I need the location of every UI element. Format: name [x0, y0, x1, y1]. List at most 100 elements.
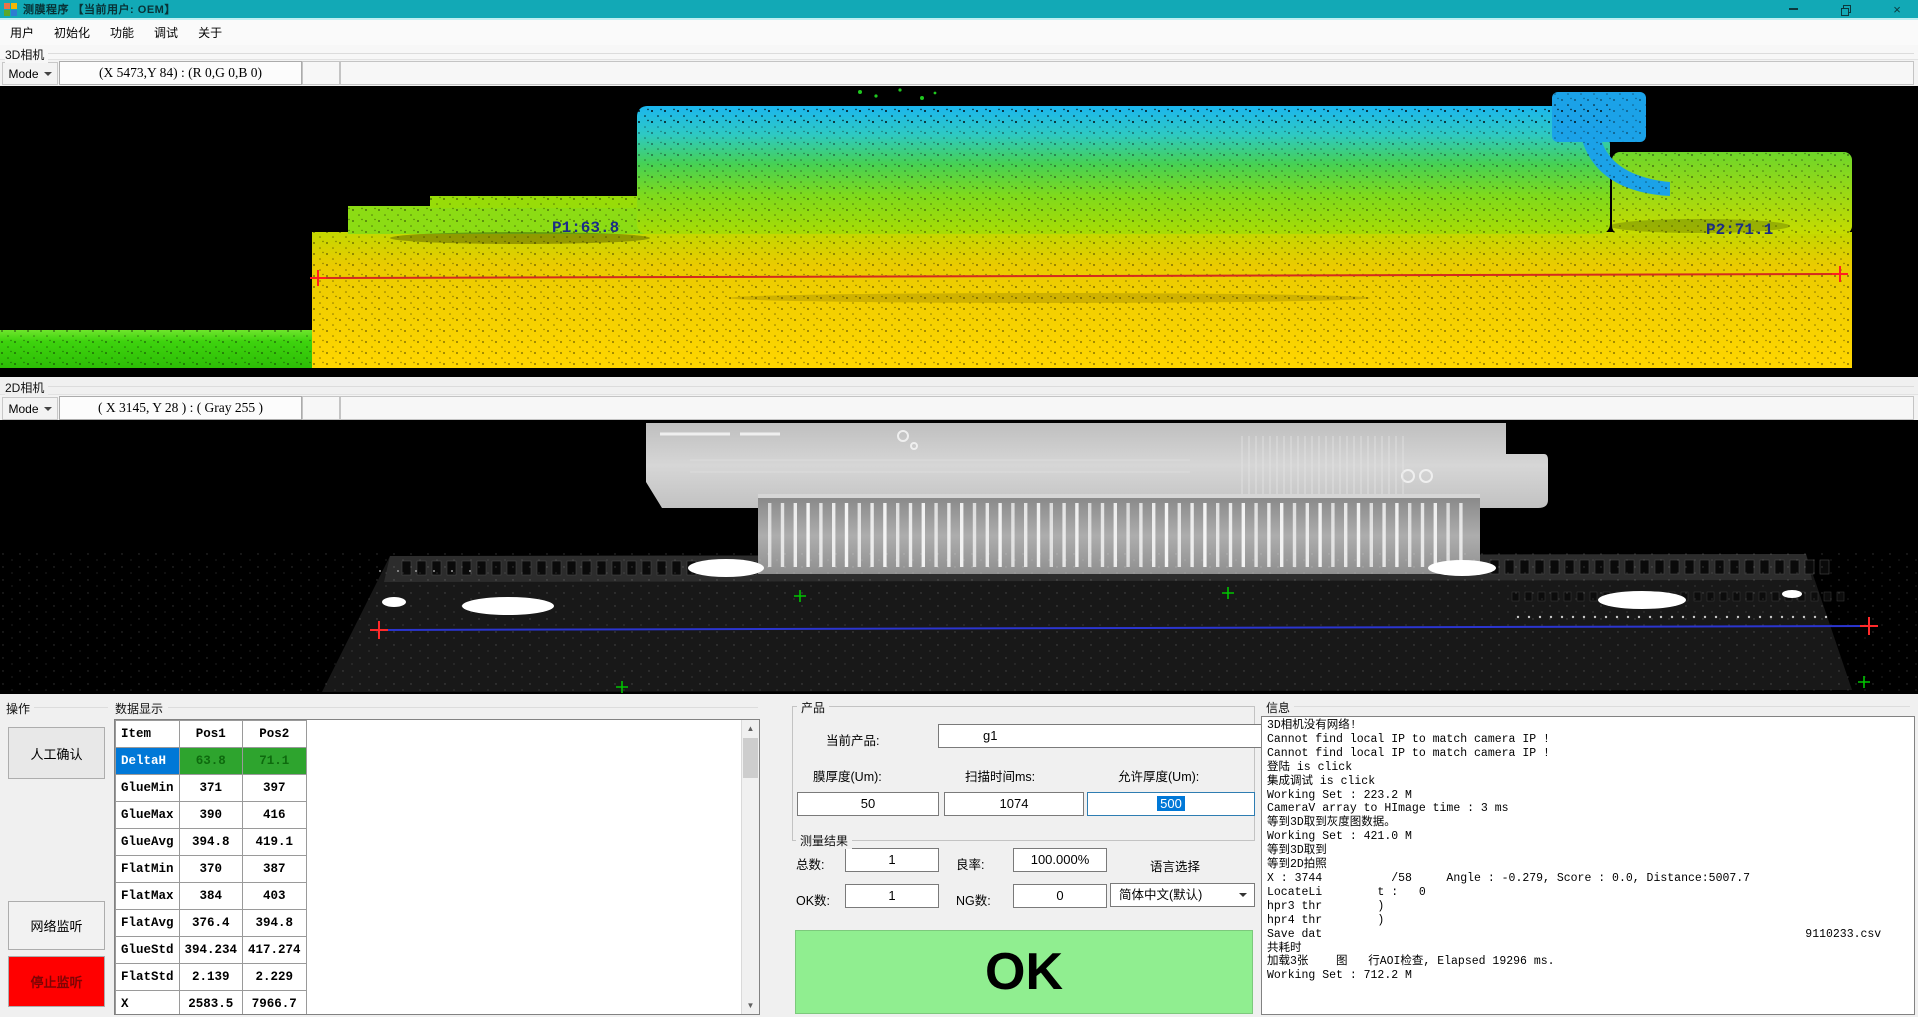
- ok-count-label: OK数:: [796, 890, 830, 909]
- minimize-button[interactable]: [1782, 1, 1804, 17]
- group-line-data-display: [168, 707, 758, 708]
- row-value-cell: 394.8: [243, 910, 307, 937]
- row-item-cell: GlueMin: [116, 775, 180, 802]
- row-item-cell: FlatStd: [116, 964, 180, 991]
- ng-count-field[interactable]: 0: [1013, 884, 1107, 908]
- row-value-cell: 2583.5: [179, 991, 243, 1016]
- mode-button-2d[interactable]: Mode: [2, 397, 58, 420]
- log-line: Cannot find local IP to match camera IP …: [1267, 733, 1909, 747]
- menu-about[interactable]: 关于: [188, 24, 232, 41]
- group-line-operation: [34, 707, 108, 708]
- language-select-dropdown[interactable]: 简体中文(默认): [1110, 883, 1255, 907]
- app-icon: [4, 3, 17, 16]
- log-line: CameraV array to HImage time : 3 ms: [1267, 802, 1909, 816]
- pixel-readout-2d: ( X 3145, Y 28 ) : ( Gray 255 ): [59, 396, 302, 420]
- scan-time-label: 扫描时间ms:: [965, 766, 1035, 785]
- table-row[interactable]: FlatAvg376.4394.8: [116, 910, 307, 937]
- table-row[interactable]: FlatStd2.1392.229: [116, 964, 307, 991]
- column-header[interactable]: Pos2: [243, 721, 307, 748]
- section-label-data-display: 数据显示: [115, 700, 167, 717]
- row-value-cell: 384: [179, 883, 243, 910]
- log-line: Cannot find local IP to match camera IP …: [1267, 747, 1909, 761]
- total-count-field[interactable]: 1: [845, 848, 939, 872]
- table-row[interactable]: GlueStd394.234417.274: [116, 937, 307, 964]
- table-row[interactable]: FlatMin370387: [116, 856, 307, 883]
- scan-time-input[interactable]: 1074: [944, 792, 1084, 816]
- log-line: LocateLi t : 0: [1267, 886, 1909, 900]
- restore-button[interactable]: [1834, 1, 1856, 17]
- row-value-cell: 376.4: [179, 910, 243, 937]
- toolbar-segment: [302, 61, 340, 85]
- listview-scrollbar[interactable]: ▲ ▼: [741, 720, 759, 1014]
- row-item-cell: FlatMax: [116, 883, 180, 910]
- column-header[interactable]: Pos1: [179, 721, 243, 748]
- data-table-head: ItemPos1Pos2: [116, 721, 307, 748]
- row-value-cell: 397: [243, 775, 307, 802]
- menu-user[interactable]: 用户: [0, 24, 44, 41]
- total-label: 总数:: [796, 854, 824, 873]
- row-value-cell: 2.139: [179, 964, 243, 991]
- toolbar-3d: Mode (X 5473,Y 84) : (R 0,G 0,B 0): [0, 59, 1918, 87]
- film-thickness-input[interactable]: 50: [797, 792, 939, 816]
- column-header[interactable]: Item: [116, 721, 180, 748]
- close-button[interactable]: ×: [1886, 1, 1908, 17]
- ng-count-label: NG数:: [956, 890, 991, 909]
- row-value-cell: 394.234: [179, 937, 243, 964]
- yield-field[interactable]: 100.000%: [1013, 848, 1107, 872]
- table-row[interactable]: GlueMin371397: [116, 775, 307, 802]
- table-row[interactable]: FlatMax384403: [116, 883, 307, 910]
- film-thickness-label: 膜厚度(Um):: [813, 766, 882, 785]
- stop-listen-button[interactable]: 停止监听: [8, 956, 105, 1007]
- row-item-cell: X: [116, 991, 180, 1016]
- table-row[interactable]: GlueMax390416: [116, 802, 307, 829]
- data-table-body: DeltaH63.871.1GlueMin371397GlueMax390416…: [116, 748, 307, 1016]
- camera-view-3d[interactable]: P1:63.8 P2:71.1: [0, 86, 1918, 377]
- scrollbar-thumb[interactable]: [743, 738, 758, 778]
- log-line: 等到3D取到: [1267, 844, 1909, 858]
- log-line: 登陆 is click: [1267, 761, 1909, 775]
- current-product-input[interactable]: g1: [938, 724, 1298, 748]
- row-value-cell: 416: [243, 802, 307, 829]
- minimize-icon: [1789, 8, 1798, 10]
- combo-arrow-icon: [1239, 893, 1247, 897]
- menu-function[interactable]: 功能: [100, 24, 144, 41]
- network-listen-button[interactable]: 网络监听: [8, 901, 105, 950]
- title-bar: 测膜程序 【当前用户: OEM】 ×: [0, 0, 1918, 20]
- camera-view-2d[interactable]: [0, 420, 1918, 694]
- log-line: Working Set : 712.2 M: [1267, 969, 1909, 983]
- mode-label-2d: Mode: [8, 402, 38, 416]
- row-value-cell: 394.8: [179, 829, 243, 856]
- mode-button-3d[interactable]: Mode: [2, 62, 58, 85]
- group-line-2d: [48, 386, 1914, 387]
- dropdown-arrow-icon: [44, 72, 52, 76]
- log-line: hpr4 thr ): [1267, 914, 1909, 928]
- allowed-thickness-label: 允许厚度(Um):: [1118, 766, 1199, 785]
- selected-text: 500: [1157, 796, 1185, 811]
- section-label-2d-camera: 2D相机: [5, 379, 48, 396]
- table-row[interactable]: GlueAvg394.8419.1: [116, 829, 307, 856]
- log-line: hpr3 thr ): [1267, 900, 1909, 914]
- menu-debug[interactable]: 调试: [144, 24, 188, 41]
- ok-count-field[interactable]: 1: [845, 884, 939, 908]
- scroll-up-icon[interactable]: ▲: [742, 720, 759, 737]
- dropdown-arrow-icon: [44, 407, 52, 411]
- language-select-value: 简体中文(默认): [1119, 888, 1202, 902]
- manual-confirm-button[interactable]: 人工确认: [8, 727, 105, 779]
- log-line: Working Set : 223.2 M: [1267, 789, 1909, 803]
- result-status-banner: OK: [795, 930, 1253, 1014]
- allowed-thickness-input[interactable]: 500: [1087, 792, 1255, 816]
- menu-initialize[interactable]: 初始化: [44, 24, 100, 41]
- table-row[interactable]: X2583.57966.7: [116, 991, 307, 1016]
- row-value-cell: 417.274: [243, 937, 307, 964]
- scroll-down-icon[interactable]: ▼: [742, 997, 759, 1014]
- row-value-cell: 7966.7: [243, 991, 307, 1016]
- data-table: ItemPos1Pos2 DeltaH63.871.1GlueMin371397…: [115, 720, 307, 1015]
- log-line: X : 3744 /58 Angle : -0.279, Score : 0.0…: [1267, 872, 1909, 886]
- row-value-cell: 419.1: [243, 829, 307, 856]
- table-row[interactable]: DeltaH63.871.1: [116, 748, 307, 775]
- data-display-listview[interactable]: ItemPos1Pos2 DeltaH63.871.1GlueMin371397…: [114, 719, 760, 1015]
- row-value-cell: 2.229: [243, 964, 307, 991]
- info-log[interactable]: 3D相机没有网络!Cannot find local IP to match c…: [1261, 716, 1915, 1015]
- toolbar-2d: Mode ( X 3145, Y 28 ) : ( Gray 255 ): [0, 394, 1918, 422]
- toolbar-segment: [302, 396, 340, 420]
